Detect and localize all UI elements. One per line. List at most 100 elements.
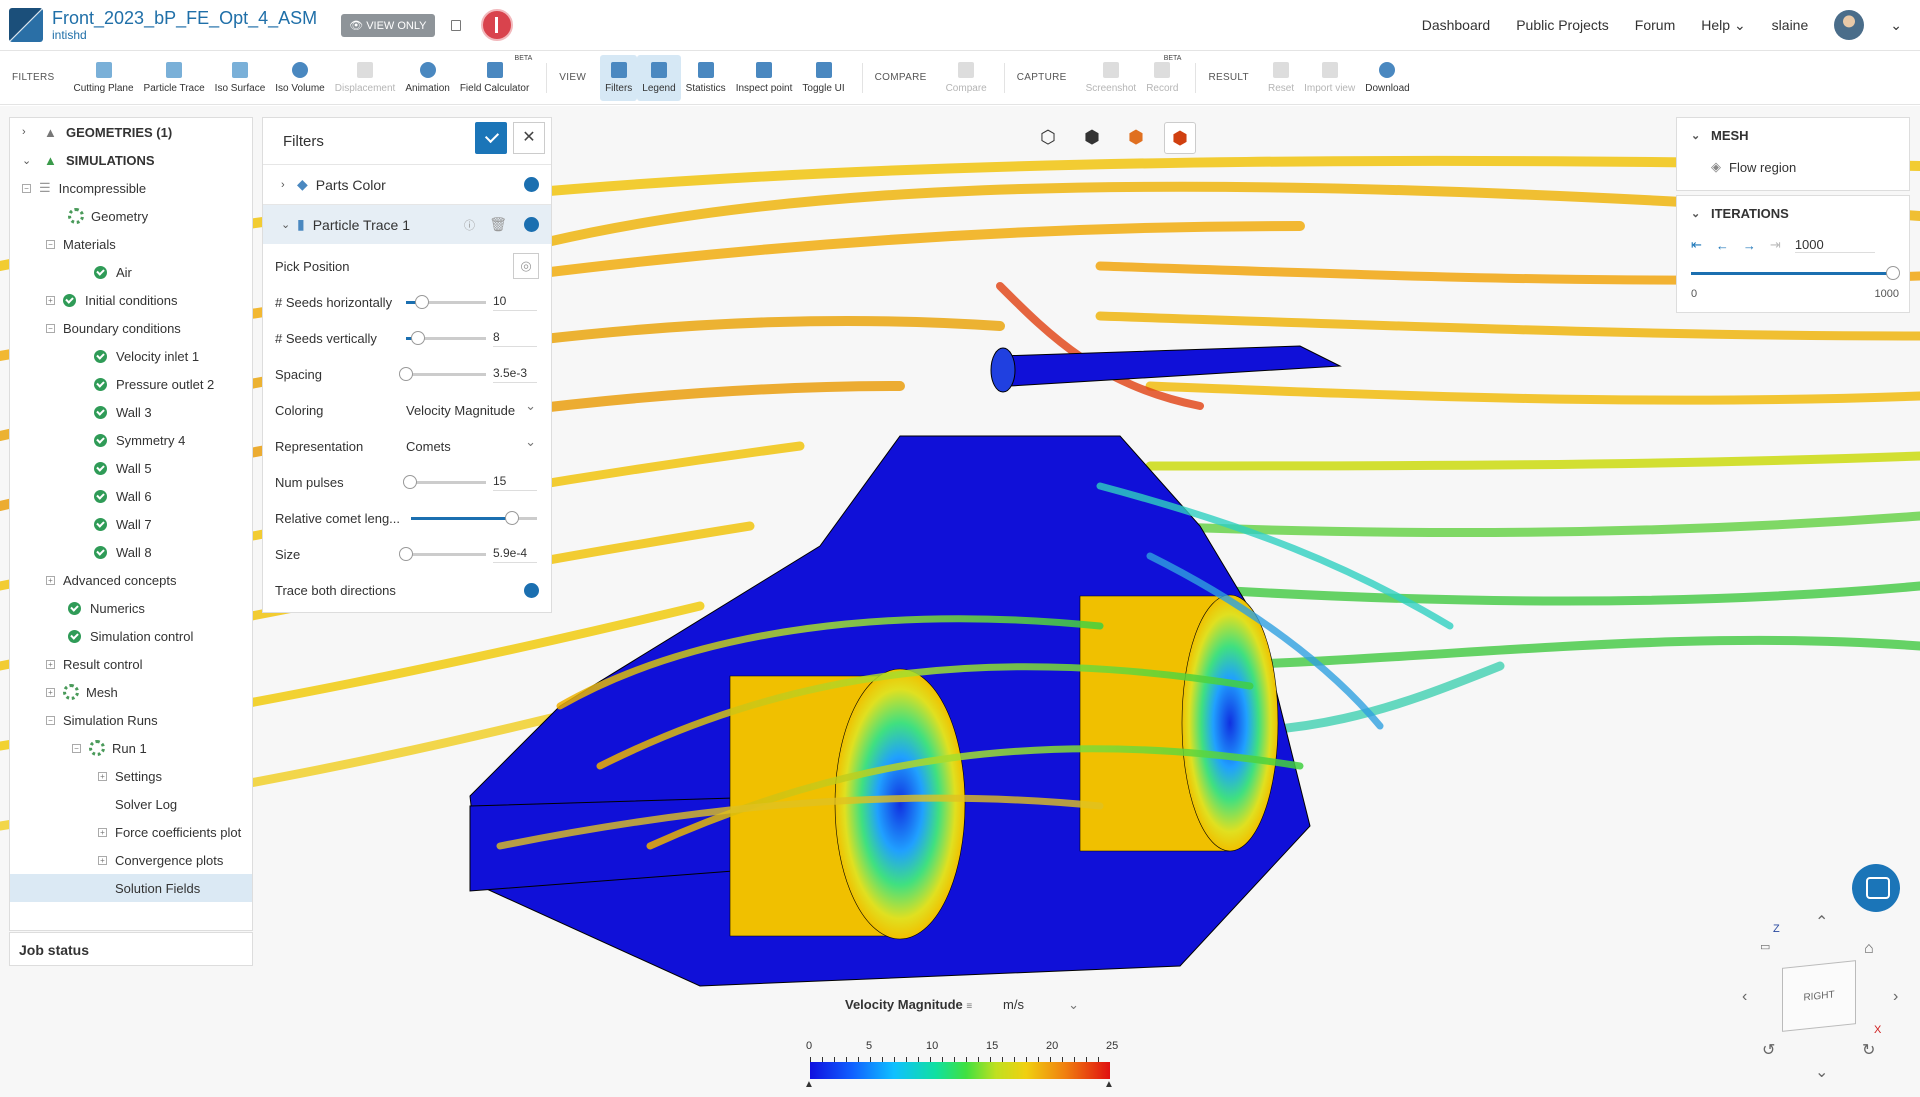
tree-item[interactable]: − Boundary conditions (10, 314, 252, 342)
tree-item[interactable]: Solver Log (10, 790, 252, 818)
slider-knob[interactable] (1886, 266, 1900, 280)
flow-region-item[interactable]: ◈ Flow region (1677, 152, 1909, 182)
expand-icon[interactable]: + (46, 687, 55, 697)
iso-volume-button[interactable]: Iso Volume (270, 55, 329, 101)
seeds-vertical-slider[interactable] (406, 330, 486, 345)
chevron-down-icon[interactable]: ⌄ (1815, 1062, 1828, 1082)
tree-geometries[interactable]: › ▲ GEOMETRIES (1) (10, 118, 252, 146)
legend-unit-select[interactable]: m/s ⌄ (1003, 997, 1079, 1012)
job-status-panel[interactable]: Job status (9, 932, 253, 966)
rotate-right-icon[interactable]: ↻ (1862, 1040, 1875, 1060)
camera-icon[interactable]: ▭ (1760, 940, 1770, 953)
toggle-ui-button[interactable]: Toggle UI (797, 55, 849, 101)
tree-item[interactable]: Wall 5 (10, 454, 252, 482)
chat-button[interactable] (1852, 864, 1900, 912)
chevron-right-icon[interactable]: › (1893, 988, 1898, 1006)
tree-item[interactable]: + Result control (10, 650, 252, 678)
legend-max-handle[interactable]: ▲ (1104, 1079, 1114, 1090)
import-view-button[interactable]: Import view (1299, 55, 1360, 101)
tree-item[interactable]: − Run 1 (10, 734, 252, 762)
previous-iteration-icon[interactable]: ← (1716, 238, 1729, 253)
tree-item[interactable]: − ☰ Incompressible (10, 174, 252, 202)
close-button[interactable]: ✕ (513, 122, 545, 154)
collapse-icon[interactable]: − (46, 239, 55, 249)
compare-button[interactable]: Compare (941, 55, 992, 101)
cutting-plane-button[interactable]: Cutting Plane (68, 55, 138, 101)
num-pulses-value[interactable]: 15 (493, 474, 537, 491)
spacing-value[interactable]: 3.5e-3 (493, 366, 537, 383)
tree-item-selected[interactable]: Solution Fields (10, 874, 252, 902)
chevron-down-icon[interactable]: ⌄ (1890, 17, 1902, 34)
apply-button[interactable] (475, 122, 507, 154)
tree-simulations[interactable]: ⌄ ▲ SIMULATIONS (10, 146, 252, 174)
seeds-horizontal-slider[interactable] (406, 294, 486, 309)
view-surface-edges-button[interactable]: ⬢ (1164, 122, 1196, 154)
tree-item[interactable]: + Advanced concepts (10, 566, 252, 594)
expand-icon[interactable]: + (98, 855, 107, 865)
tree-item[interactable]: + Settings (10, 762, 252, 790)
nav-help[interactable]: Help ⌄ (1701, 17, 1745, 34)
parts-color-section[interactable]: › ◆ Parts Color (263, 164, 551, 204)
project-title[interactable]: Front_2023_bP_FE_Opt_4_ASM (52, 8, 317, 28)
slider-knob[interactable] (403, 474, 417, 489)
collapse-icon[interactable]: − (46, 323, 55, 333)
screenshot-button[interactable]: Screenshot (1081, 55, 1142, 101)
username[interactable]: slaine (1772, 17, 1809, 33)
expand-icon[interactable]: + (98, 771, 107, 781)
tree-item[interactable]: Numerics (10, 594, 252, 622)
tree-item[interactable]: Velocity inlet 1 (10, 342, 252, 370)
iteration-input[interactable]: 1000 (1794, 237, 1875, 253)
nav-public-projects[interactable]: Public Projects (1516, 17, 1609, 33)
displacement-button[interactable]: Displacement (330, 55, 401, 101)
tree-item[interactable]: Symmetry 4 (10, 426, 252, 454)
seeds-horizontal-value[interactable]: 10 (493, 294, 537, 311)
tree-item[interactable]: Simulation control (10, 622, 252, 650)
particle-trace-button[interactable]: Particle Trace (139, 55, 210, 101)
collapse-icon[interactable]: − (46, 715, 55, 725)
tree-item[interactable]: Wall 8 (10, 538, 252, 566)
legend-toggle-button[interactable]: Legend (637, 54, 681, 101)
tree-item[interactable]: Air (10, 258, 252, 286)
avatar[interactable] (1834, 10, 1865, 40)
size-slider[interactable] (399, 546, 486, 561)
reset-button[interactable]: Reset (1263, 55, 1299, 101)
tree-item[interactable]: Pressure outlet 2 (10, 370, 252, 398)
num-pulses-slider[interactable] (403, 474, 486, 489)
iteration-slider[interactable] (1691, 266, 1900, 280)
tree-item[interactable]: Wall 6 (10, 482, 252, 510)
slider-knob[interactable] (504, 510, 519, 525)
view-cube[interactable]: RIGHT (1782, 960, 1856, 1032)
inspect-point-button[interactable]: Inspect point (731, 55, 798, 101)
representation-select[interactable]: Comets (406, 434, 538, 454)
animation-button[interactable]: Animation (400, 55, 454, 101)
home-icon[interactable]: ⌂ (1864, 940, 1874, 958)
user-badge-icon[interactable] (480, 9, 513, 41)
comet-length-slider[interactable] (411, 510, 537, 525)
collapse-icon[interactable]: − (22, 183, 31, 193)
expand-icon[interactable]: + (46, 575, 55, 585)
info-icon[interactable]: ⓘ (464, 217, 475, 233)
iso-surface-button[interactable]: Iso Surface (210, 55, 271, 101)
copy-icon[interactable] (450, 19, 461, 31)
size-value[interactable]: 5.9e-4 (493, 546, 537, 563)
slider-knob[interactable] (399, 546, 413, 561)
view-solid-button[interactable]: ⬢ (1076, 122, 1108, 154)
slider-knob[interactable] (411, 330, 425, 345)
spacing-slider[interactable] (399, 366, 486, 381)
tree-item[interactable]: Wall 3 (10, 398, 252, 426)
expand-icon[interactable]: + (46, 295, 55, 305)
simscale-logo[interactable] (9, 8, 43, 42)
record-button[interactable]: BETA Record (1141, 55, 1183, 101)
view-perspective-button[interactable]: ⬡ (1032, 122, 1064, 154)
view-wireframe-button[interactable]: ⬢ (1120, 122, 1152, 154)
trace-both-toggle[interactable] (524, 582, 539, 598)
tree-item[interactable]: − Simulation Runs (10, 706, 252, 734)
statistics-button[interactable]: Statistics (681, 55, 731, 101)
next-iteration-icon[interactable]: → (1743, 238, 1756, 253)
chevron-left-icon[interactable]: ‹ (1742, 988, 1747, 1006)
slider-knob[interactable] (415, 294, 429, 309)
expand-icon[interactable]: + (98, 827, 107, 837)
slider-knob[interactable] (399, 366, 413, 381)
tree-item[interactable]: Geometry (10, 202, 252, 230)
tree-item[interactable]: + Initial conditions (10, 286, 252, 314)
